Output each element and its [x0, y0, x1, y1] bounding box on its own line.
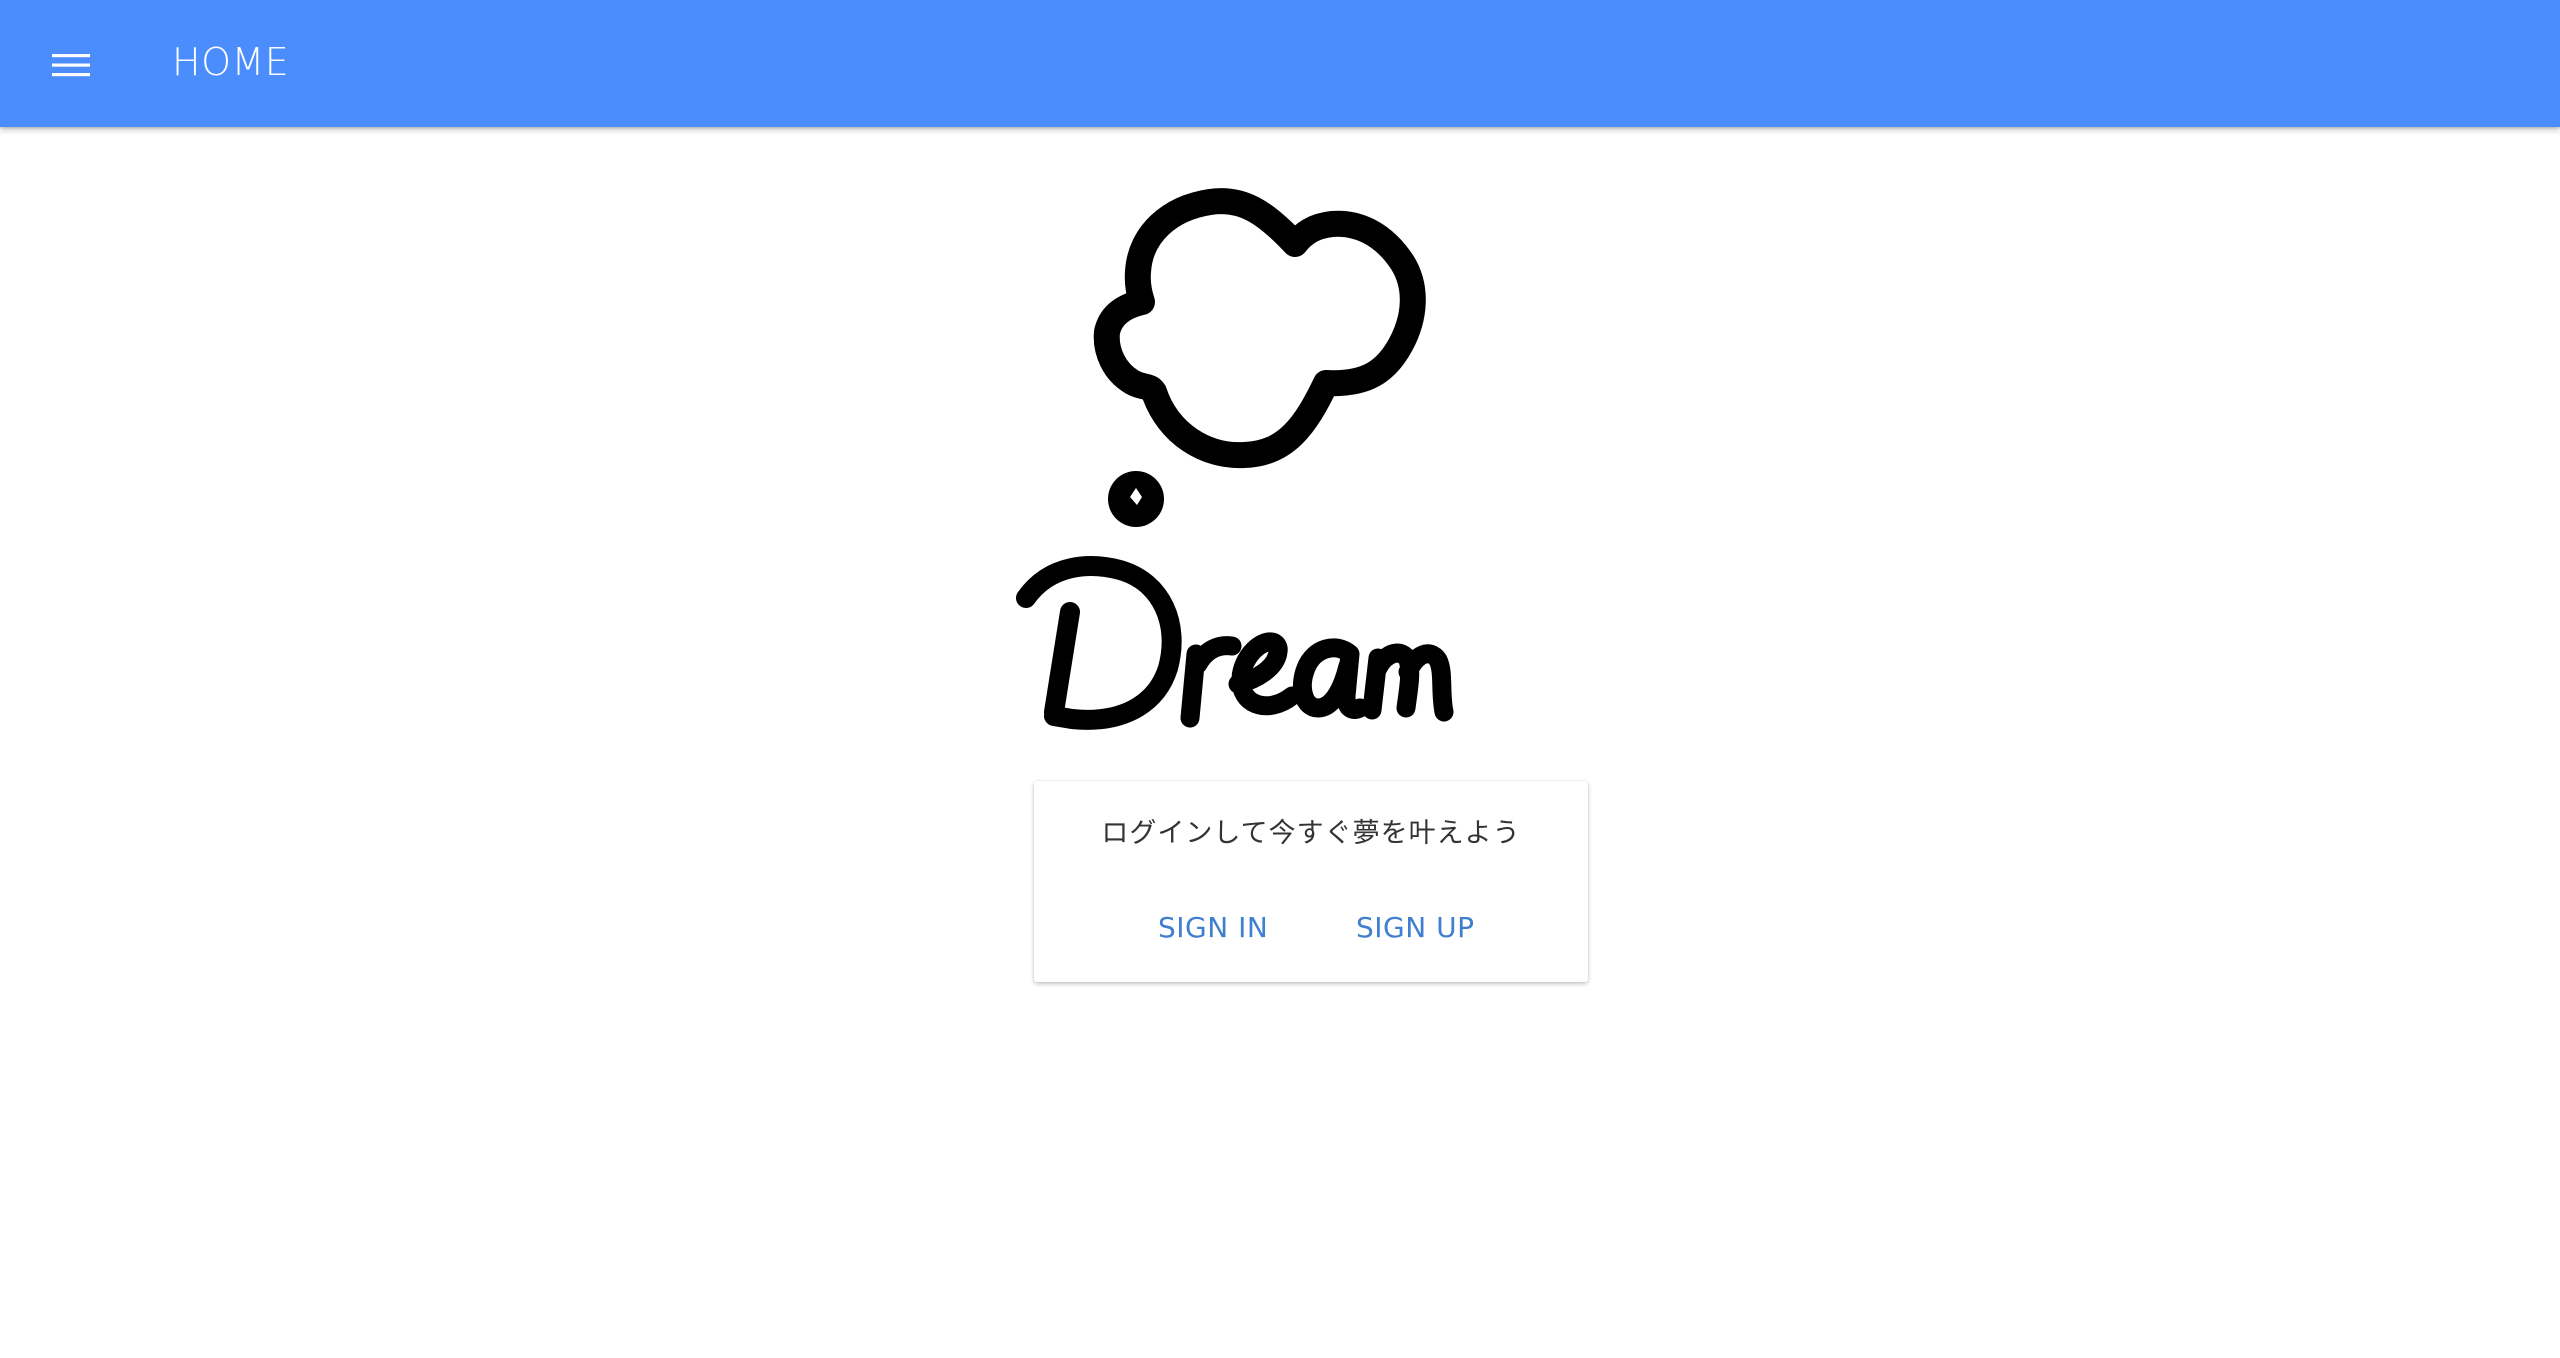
- welcome-message: ログインして今すぐ夢を叶えよう: [1101, 818, 1521, 849]
- sign-in-button[interactable]: SIGN IN: [1142, 903, 1284, 953]
- menu-icon: [52, 54, 90, 77]
- dream-logo: [1010, 172, 1550, 742]
- menu-button[interactable]: [46, 40, 96, 90]
- dream-wordmark: [1016, 556, 1454, 730]
- page-title: HOME: [172, 40, 290, 84]
- dream-logo-image: [1016, 188, 1454, 730]
- card-actions: SIGN IN SIGN UP: [1034, 903, 1588, 953]
- app-bar: HOME: [0, 0, 2560, 127]
- sign-up-button[interactable]: SIGN UP: [1340, 903, 1490, 953]
- welcome-card: ログインして今すぐ夢を叶えよう SIGN IN SIGN UP: [1034, 781, 1588, 982]
- thought-bubble-icon: [1093, 188, 1426, 527]
